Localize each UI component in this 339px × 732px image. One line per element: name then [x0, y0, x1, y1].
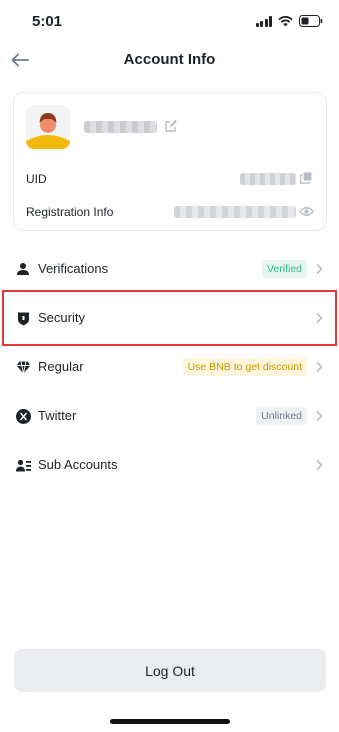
sub-accounts-icon [15, 457, 31, 473]
edit-icon[interactable] [164, 119, 178, 133]
person-icon [15, 261, 31, 277]
chevron-right-icon [316, 459, 323, 471]
menu-item-sub-accounts[interactable]: Sub Accounts [0, 441, 339, 489]
menu-item-twitter[interactable]: Twitter Unlinked [0, 392, 339, 440]
chevron-right-icon [316, 361, 323, 373]
uid-value-blurred [240, 173, 296, 185]
uid-label: UID [26, 172, 47, 186]
menu-label-regular: Regular [38, 359, 84, 374]
header: Account Info [0, 44, 339, 76]
status-icons [255, 15, 324, 27]
registration-info-label: Registration Info [26, 205, 114, 219]
registration-value-blurred [174, 206, 296, 218]
page-title: Account Info [123, 51, 216, 68]
chevron-right-icon [316, 410, 323, 422]
shield-icon [15, 310, 31, 326]
profile-card: UID Registration Info [13, 92, 327, 231]
bnb-discount-badge: Use BNB to get discount [182, 358, 307, 376]
menu-item-regular[interactable]: Regular Use BNB to get discount [0, 343, 339, 391]
chevron-right-icon [316, 312, 323, 324]
copy-icon[interactable] [300, 172, 312, 184]
home-indicator [110, 719, 230, 724]
wifi-icon [278, 15, 293, 26]
signal-icon [255, 15, 272, 27]
eye-icon[interactable] [299, 205, 314, 218]
menu-label-twitter: Twitter [38, 408, 77, 423]
status-time: 5:01 [32, 13, 63, 30]
avatar-icon [26, 105, 70, 149]
avatar[interactable] [26, 105, 70, 149]
menu-label-verifications: Verifications [38, 261, 109, 276]
verified-badge: Verified [261, 260, 307, 278]
battery-icon [299, 15, 323, 27]
chevron-right-icon [316, 263, 323, 275]
logout-button[interactable]: Log Out [14, 649, 326, 692]
menu-label-security: Security [38, 310, 85, 325]
username-blurred [84, 121, 157, 133]
menu-label-sub-accounts: Sub Accounts [38, 457, 118, 472]
status-bar: 5:01 [0, 0, 339, 44]
menu-item-verifications[interactable]: Verifications Verified [0, 245, 339, 293]
menu-item-security[interactable]: Security [0, 294, 339, 342]
diamond-icon [15, 359, 31, 375]
unlinked-badge: Unlinked [256, 407, 307, 425]
x-logo-icon [15, 408, 31, 424]
